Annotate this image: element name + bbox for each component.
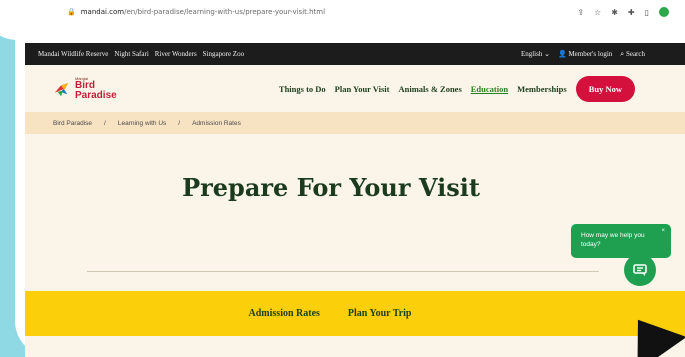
nav-education[interactable]: Education	[471, 84, 508, 94]
language-label: English	[520, 50, 543, 58]
member-login-link[interactable]: 👤 Member's login	[558, 50, 612, 58]
bird-paradise-logo[interactable]: Mandai Bird Paradise	[53, 76, 117, 101]
search-icon: ⌕	[620, 49, 625, 58]
parrot-logo-icon	[54, 82, 69, 96]
logo-line1: Bird	[75, 79, 95, 91]
buy-now-button[interactable]: Buy Now	[575, 75, 635, 102]
nav-things-to-do[interactable]: Things to Do	[279, 84, 326, 94]
language-selector[interactable]: English ⌄	[521, 50, 550, 58]
breadcrumb-admission-rates: Admission Rates	[192, 119, 241, 127]
address-bar[interactable]: 🔒 mandai.com /en/bird-paradise/learning-…	[15, 0, 685, 24]
search-label: Search	[625, 49, 645, 58]
divider	[87, 271, 599, 272]
link-night-safari[interactable]: Night Safari	[114, 50, 148, 58]
top-utility-bar: Mandai Wildlife Reserve Night Safari Riv…	[25, 43, 685, 65]
star-icon[interactable]: ☆	[594, 8, 601, 17]
chat-prompt-bubble[interactable]: How may we help you today? ×	[571, 224, 671, 258]
nav-memberships[interactable]: Memberships	[517, 84, 567, 94]
hero-section: Prepare For Your Visit	[25, 134, 685, 291]
breadcrumb-separator: /	[178, 119, 181, 127]
url-host: mandai.com	[80, 8, 125, 16]
search-link[interactable]: ⌕ Search	[620, 50, 645, 59]
link-mandai-wildlife-reserve[interactable]: Mandai Wildlife Reserve	[38, 50, 108, 58]
logo-line2: Paradise	[75, 89, 117, 101]
tab-admission-rates[interactable]: Admission Rates	[249, 308, 320, 319]
lock-icon: 🔒	[67, 8, 76, 16]
content-below-tabs	[25, 336, 685, 357]
share-icon[interactable]: ⇪	[577, 8, 584, 17]
chat-message: How may we help you today?	[581, 232, 645, 249]
breadcrumb: Bird Paradise / Learning with Us / Admis…	[25, 112, 685, 134]
breadcrumb-bird-paradise[interactable]: Bird Paradise	[53, 120, 92, 127]
profile-icon[interactable]	[659, 7, 669, 17]
tab-plan-your-trip[interactable]: Plan Your Trip	[348, 308, 412, 319]
user-icon: 👤	[557, 50, 567, 58]
main-navigation: Mandai Bird Paradise Things to Do Plan Y…	[25, 65, 685, 112]
link-singapore-zoo[interactable]: Singapore Zoo	[203, 50, 244, 58]
extension-icon[interactable]: ✱	[611, 8, 618, 17]
chat-icon	[633, 264, 647, 276]
member-login-label: Member's login	[568, 50, 613, 58]
close-icon[interactable]: ×	[661, 227, 665, 235]
chevron-down-icon: ⌄	[544, 50, 550, 58]
section-tabs: Admission Rates Plan Your Trip	[25, 291, 685, 336]
url-path: /en/bird-paradise/learning-with-us/prepa…	[124, 8, 326, 16]
breadcrumb-learning-with-us[interactable]: Learning with Us	[118, 120, 166, 127]
nav-plan-your-visit[interactable]: Plan Your Visit	[335, 84, 390, 94]
sidepanel-icon[interactable]: ▯	[645, 8, 649, 17]
breadcrumb-separator: /	[104, 119, 106, 127]
chat-launcher-button[interactable]	[624, 254, 656, 286]
browser-toolbar-icons: ⇪ ☆ ✱ ✚ ▯	[577, 7, 685, 17]
link-river-wonders[interactable]: River Wonders	[155, 50, 197, 58]
nav-animals-zones[interactable]: Animals & Zones	[398, 84, 461, 94]
puzzle-icon[interactable]: ✚	[628, 8, 635, 17]
page-title: Prepare For Your Visit	[182, 173, 480, 202]
